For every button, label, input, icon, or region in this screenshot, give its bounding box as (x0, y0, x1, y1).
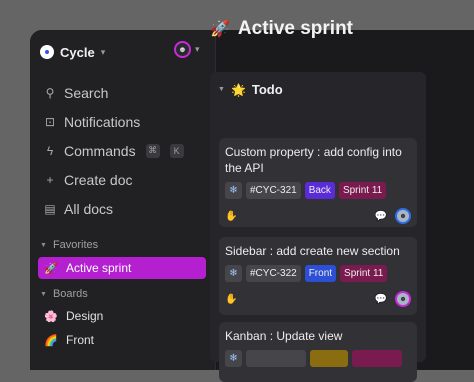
card-id-chip: #CYC-322 (246, 265, 301, 282)
nav-commands-label: Commands (64, 142, 136, 159)
team-chip: Back (304, 182, 335, 199)
card-id-chip: #CYC-321 (246, 182, 301, 199)
caret-down-icon: ▼ (40, 290, 47, 298)
docs-icon: ▤ (44, 201, 56, 216)
team-chip: Front (304, 265, 337, 282)
page-title: 🚀 Active sprint (210, 18, 353, 40)
workspace-switcher[interactable]: Cycle ▾ (40, 40, 105, 64)
lightning-icon: ϟ (46, 143, 54, 158)
star-icon: 🌟 (230, 82, 246, 97)
card-title: Custom property : add config into the AP… (225, 145, 402, 175)
caret-down-icon: ▼ (40, 241, 47, 249)
card-chips: ❄ #CYC-322 Front Sprint 11 (225, 265, 388, 282)
nav-create-doc-label: Create doc (64, 171, 133, 188)
assignee-avatar[interactable]: ☻ (395, 291, 411, 307)
rocket-icon: 🚀 (44, 262, 58, 275)
nav-all-docs-label: All docs (64, 200, 114, 217)
nav-notifications-label: Notifications (64, 113, 141, 130)
chevron-down-icon: ▾ (100, 46, 106, 57)
k-key-badge: K (169, 143, 184, 158)
nav-all-docs[interactable]: ▤ All docs (40, 194, 208, 223)
favorites-title: Favorites (52, 239, 99, 251)
search-icon: ⚲ (45, 85, 55, 100)
column-title: Todo (251, 82, 283, 97)
column-header[interactable]: ▼ 🌟 Todo (218, 82, 283, 97)
sidebar-nav: ⚲ Search ⊡ Notifications ϟ Commands ⌘ K … (40, 78, 208, 223)
sidebar-item-active-sprint[interactable]: 🚀 Active sprint (38, 257, 206, 279)
blossom-icon: 🌸 (44, 310, 58, 323)
avatar: ☻ (174, 41, 191, 58)
hand-icon: ✋ (225, 293, 238, 305)
snowflake-icon: ❄ (225, 350, 242, 367)
boards-section-toggle[interactable]: ▼ Boards (40, 288, 88, 300)
sidebar-item-design[interactable]: 🌸 Design (38, 305, 206, 327)
nav-commands[interactable]: ϟ Commands ⌘ K (40, 136, 208, 165)
card-id-chip (246, 350, 306, 367)
card-title: Sidebar : add create new section (225, 244, 400, 258)
workspace-name: Cycle (60, 44, 95, 60)
sprint-chip (352, 350, 402, 367)
sprint-chip: Sprint 11 (338, 182, 387, 199)
nav-create-doc[interactable]: + Create doc (40, 165, 208, 194)
hand-icon: ✋ (225, 210, 238, 222)
page-title-text: Active sprint (237, 18, 354, 39)
command-key-icon: ⌘ (145, 143, 160, 158)
team-chip (310, 350, 348, 367)
caret-down-icon: ▼ (218, 86, 225, 93)
sidebar-item-label: Front (66, 333, 95, 347)
favorites-section-toggle[interactable]: ▼ Favorites (40, 239, 98, 251)
card-title: Kanban : Update view (225, 329, 343, 343)
inbox-icon: ⊡ (44, 114, 56, 129)
sidebar-item-front[interactable]: 🌈 Front (38, 329, 206, 351)
kanban-card[interactable]: Sidebar : add create new section ❄ #CYC-… (219, 237, 417, 315)
kanban-card[interactable]: Custom property : add config into the AP… (219, 138, 417, 227)
workspace-logo-icon (40, 45, 54, 59)
rainbow-icon: 🌈 (44, 334, 58, 347)
sidebar: Cycle ▾ ☻ ▾ ⚲ Search ⊡ Notifications ϟ C… (30, 30, 216, 370)
kanban-column-todo: ▼ 🌟 Todo Custom property : add config in… (210, 72, 426, 382)
rocket-icon: 🚀 (210, 21, 230, 38)
sidebar-item-label: Active sprint (66, 261, 132, 275)
comment-icon[interactable]: 💬 (375, 211, 387, 222)
boards-title: Boards (52, 288, 88, 300)
card-footer: ✋ 💬 ☻ (225, 208, 411, 224)
card-chips: ❄ #CYC-321 Back Sprint 11 (225, 182, 387, 199)
nav-search[interactable]: ⚲ Search (40, 78, 208, 107)
nav-notifications[interactable]: ⊡ Notifications (40, 107, 208, 136)
sidebar-item-label: Design (66, 309, 104, 323)
sprint-chip: Sprint 11 (340, 265, 388, 282)
card-footer: ✋ 💬 ☻ (225, 291, 411, 307)
snowflake-icon: ❄ (225, 265, 242, 282)
comment-icon[interactable]: 💬 (375, 294, 387, 305)
chevron-down-icon: ▾ (195, 44, 200, 54)
snowflake-icon: ❄ (225, 182, 242, 199)
user-menu-button[interactable]: ☻ ▾ (174, 41, 200, 58)
assignee-avatar[interactable]: ☻ (395, 208, 411, 224)
card-chips: ❄ (225, 350, 402, 367)
plus-icon: + (46, 172, 54, 187)
kanban-card[interactable]: Kanban : Update view ❄ (219, 322, 417, 382)
nav-search-label: Search (64, 84, 109, 101)
